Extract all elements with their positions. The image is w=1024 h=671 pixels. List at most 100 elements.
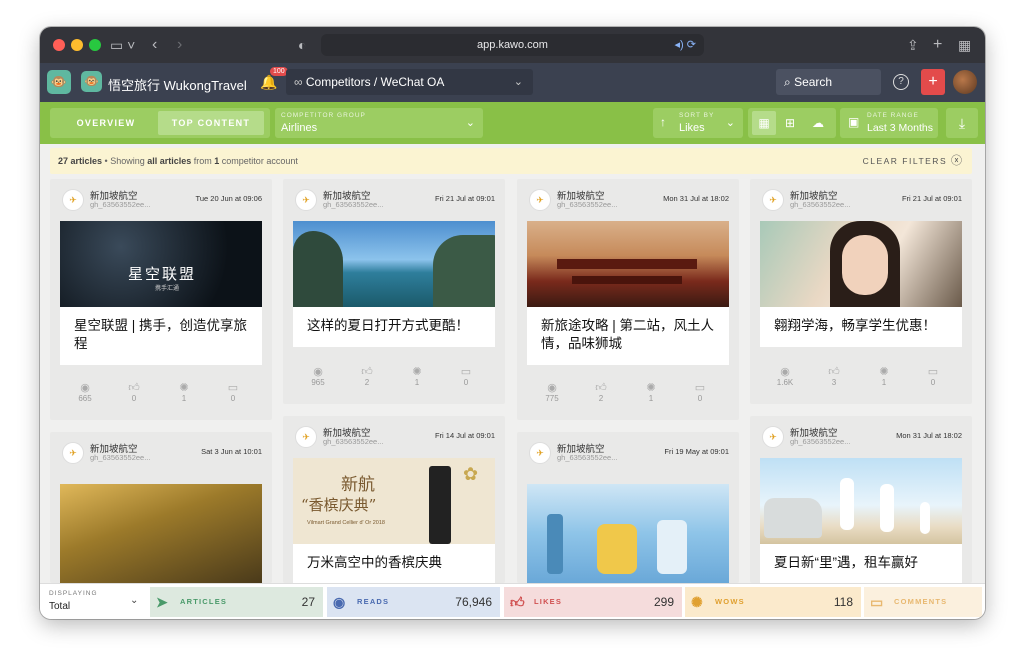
displaying-label: DISPLAYING bbox=[49, 590, 98, 597]
competitor-selector[interactable]: ∞ Competitors / WeChat OA ⌄ bbox=[286, 69, 533, 95]
article-stats: ◉ 1.6K 👍︎ 3 ✺ 1 ▭ 0 bbox=[750, 365, 972, 395]
browser-toolbar: ▭ ˅ ‹ › ◐ app.kawo.com ◂) ⟳ ⇪ + ▦ bbox=[40, 27, 985, 63]
forward-icon[interactable]: › bbox=[177, 36, 182, 54]
thumbs-up-icon: 👍︎ bbox=[828, 366, 840, 378]
article-title[interactable]: 翱翔学海，畅享学生优惠！ bbox=[760, 307, 962, 347]
article-card[interactable]: ✈ 新加坡航空 gh_63563552ee... Fri 14 Jul at 0… bbox=[283, 416, 505, 583]
image-subcaption: 携手汇通 bbox=[155, 286, 180, 292]
tab-overview[interactable]: OVERVIEW bbox=[54, 111, 158, 135]
kawo-logo[interactable]: 🐵 bbox=[47, 70, 71, 94]
sort-by-select[interactable]: ↑ SORT BY Likes ⌄ bbox=[653, 108, 743, 138]
wow-icon: ✺ bbox=[691, 594, 704, 610]
airline-logo-icon: ✈ bbox=[295, 189, 317, 211]
sort-by-value: Likes bbox=[679, 122, 705, 134]
article-card[interactable]: ✈ 新加坡航空 gh_63563552ee... Tue 20 Jun at 0… bbox=[50, 179, 272, 420]
reads-count: 665 bbox=[78, 394, 92, 403]
zoom-window-button[interactable] bbox=[89, 39, 101, 51]
article-card[interactable]: ✈ 新加坡航空 gh_63563552ee... Sat 3 Jun at 10… bbox=[50, 432, 272, 583]
eye-icon: ◉ bbox=[80, 382, 90, 394]
article-image[interactable] bbox=[760, 458, 962, 544]
sort-direction-icon[interactable]: ↑ bbox=[660, 115, 666, 129]
privacy-shield-icon[interactable]: ◐ bbox=[298, 36, 306, 54]
help-icon[interactable]: ? bbox=[893, 74, 909, 90]
share-icon[interactable]: ⇪ bbox=[907, 36, 919, 54]
comment-icon: ▭ bbox=[460, 366, 472, 378]
article-card[interactable]: ✈ 新加坡航空 gh_63563552ee... Fri 19 May at 0… bbox=[517, 432, 739, 583]
articles-label: ARTICLES bbox=[180, 597, 228, 606]
close-window-button[interactable] bbox=[53, 39, 65, 51]
send-icon: ➤ bbox=[156, 594, 169, 610]
download-icon[interactable]: ⤓ bbox=[946, 108, 978, 138]
minimize-window-button[interactable] bbox=[71, 39, 83, 51]
likes-count: 2 bbox=[598, 394, 604, 403]
tab-overview-icon[interactable]: ▦ bbox=[958, 36, 971, 54]
article-stats: ◉ 775 👍︎ 2 ✺ 1 ▭ 0 bbox=[517, 381, 739, 411]
article-stats: ◉ 965 👍︎ 2 ✺ 1 ▭ 0 bbox=[283, 365, 505, 395]
likes-label: LIKES bbox=[534, 597, 563, 606]
search-icon: ⌕ bbox=[784, 75, 795, 89]
competitor-group-label: COMPETITOR GROUP bbox=[281, 112, 366, 119]
reads-label: READS bbox=[357, 597, 390, 606]
chevron-down-icon[interactable]: ⌄ bbox=[130, 595, 138, 606]
article-card[interactable]: ✈ 新加坡航空 gh_63563552ee... Fri 21 Jul at 0… bbox=[283, 179, 505, 404]
bell-icon[interactable]: 🔔 bbox=[260, 74, 277, 91]
account-id: gh_63563552ee... bbox=[790, 200, 851, 209]
article-card[interactable]: ✈ 新加坡航空 gh_63563552ee... Fri 21 Jul at 0… bbox=[750, 179, 972, 404]
likes-count: 3 bbox=[831, 378, 837, 387]
article-image[interactable] bbox=[293, 221, 495, 307]
url-text: app.kawo.com bbox=[477, 39, 548, 51]
date-range-select[interactable]: ▣ DATE RANGE Last 3 Months bbox=[840, 108, 938, 138]
article-title[interactable]: 夏日新“里”遇，租车赢好 bbox=[760, 544, 962, 583]
comments-total: ▭ COMMENTS bbox=[864, 587, 982, 617]
likes-total: 👍︎ LIKES 299 bbox=[504, 587, 682, 617]
comments-label: COMMENTS bbox=[894, 597, 948, 606]
account-id: gh_63563552ee... bbox=[557, 453, 618, 462]
thumbs-up-icon: 👍︎ bbox=[128, 382, 140, 394]
grid-view-icon[interactable]: ▦ bbox=[752, 111, 776, 135]
article-title[interactable]: 万米高空中的香槟庆典 bbox=[293, 544, 495, 583]
image-caption: 新航 bbox=[341, 475, 375, 495]
article-title[interactable]: 星空联盟 | 携手，创造优享旅程 bbox=[60, 307, 262, 365]
sidebar-toggle-icon[interactable]: ▭ ˅ bbox=[110, 36, 135, 54]
article-card[interactable]: ✈ 新加坡航空 gh_63563552ee... Mon 31 Jul at 1… bbox=[517, 179, 739, 420]
article-image[interactable] bbox=[527, 484, 729, 583]
chevron-down-icon: ⌄ bbox=[513, 76, 523, 88]
article-image[interactable] bbox=[760, 221, 962, 307]
view-tabs: OVERVIEW TOP CONTENT bbox=[50, 108, 270, 138]
post-date: Mon 31 Jul at 18:02 bbox=[896, 431, 962, 440]
user-avatar[interactable] bbox=[953, 70, 977, 94]
new-tab-icon[interactable]: + bbox=[933, 36, 942, 54]
articles-value: 27 bbox=[301, 595, 315, 609]
article-title[interactable]: 这样的夏日打开方式更酷！ bbox=[293, 307, 495, 347]
article-image[interactable] bbox=[527, 221, 729, 307]
article-image[interactable] bbox=[60, 484, 262, 583]
add-button[interactable]: + bbox=[921, 69, 945, 95]
account-id: gh_63563552ee... bbox=[323, 437, 384, 446]
search-button[interactable]: ⌕ Search bbox=[776, 69, 881, 95]
reload-icon[interactable]: ◂) ⟳ bbox=[675, 34, 696, 56]
post-date: Fri 21 Jul at 09:01 bbox=[434, 194, 495, 203]
table-view-icon[interactable]: ⊞ bbox=[778, 111, 802, 135]
displaying-value[interactable]: Total bbox=[49, 601, 70, 612]
competitor-group-select[interactable]: COMPETITOR GROUP Airlines ⌄ bbox=[275, 108, 483, 138]
article-image[interactable]: 星空联盟 携手汇通 bbox=[60, 221, 262, 307]
clear-filters-button[interactable]: CLEAR FILTERS ⓧ bbox=[863, 148, 962, 174]
brand-avatar-icon[interactable]: 🐵 bbox=[81, 71, 102, 92]
url-bar[interactable]: app.kawo.com ◂) ⟳ bbox=[321, 34, 704, 56]
article-title[interactable]: 新旅途攻略 | 第二站，风土人情，品味狮城 bbox=[527, 307, 729, 365]
filter-toolbar: OVERVIEW TOP CONTENT COMPETITOR GROUP Ai… bbox=[40, 102, 985, 144]
likes-count: 2 bbox=[364, 378, 370, 387]
article-image[interactable]: 新航 “香槟庆典” Vilmart Grand Cellier d' Or 20… bbox=[293, 458, 495, 544]
tab-top-content[interactable]: TOP CONTENT bbox=[158, 111, 264, 135]
reads-count: 775 bbox=[545, 394, 559, 403]
cloud-view-icon[interactable]: ☁ bbox=[806, 111, 830, 135]
wow-icon: ✺ bbox=[879, 366, 889, 378]
sort-by-label: SORT BY bbox=[679, 112, 715, 119]
articles-total: ➤ ARTICLES 27 bbox=[150, 587, 323, 617]
wows-value: 118 bbox=[833, 595, 853, 609]
back-icon[interactable]: ‹ bbox=[152, 36, 157, 54]
brand-name[interactable]: 悟空旅行 WukongTravel bbox=[108, 75, 247, 94]
banner-text-post: competitor account bbox=[219, 156, 298, 166]
chevron-down-icon: ⌄ bbox=[725, 117, 735, 129]
article-card[interactable]: ✈ 新加坡航空 gh_63563552ee... Mon 31 Jul at 1… bbox=[750, 416, 972, 583]
